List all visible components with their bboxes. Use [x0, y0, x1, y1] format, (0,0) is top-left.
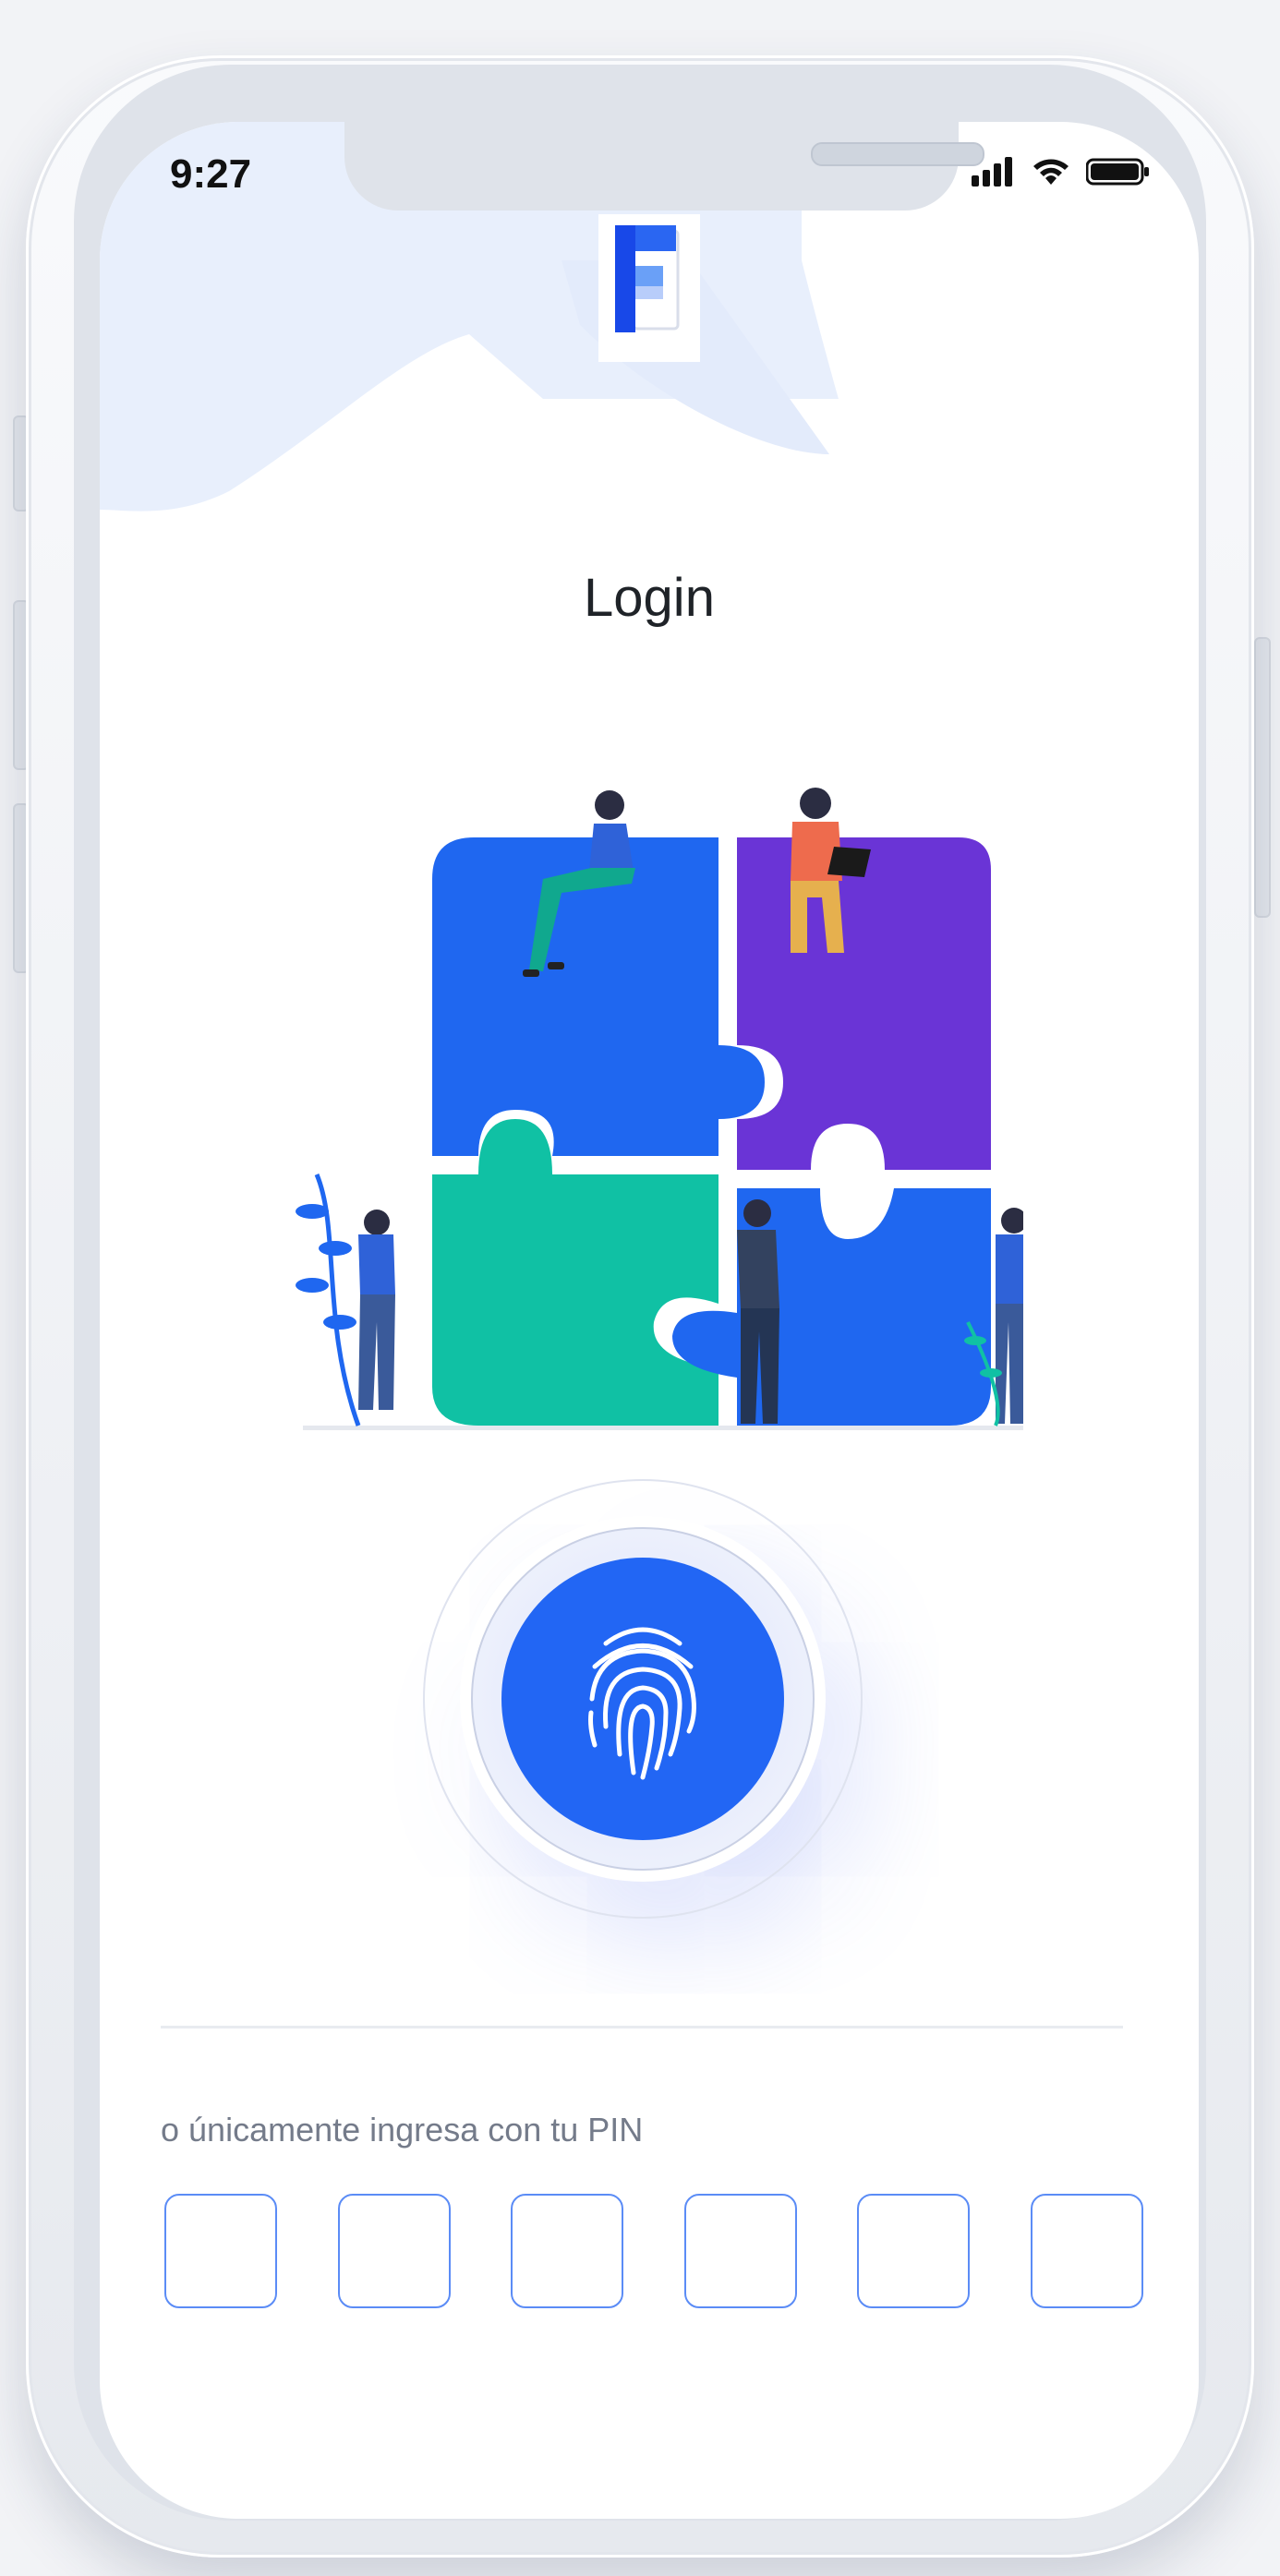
divider [161, 2026, 1123, 2028]
pin-prompt-label: o únicamente ingresa con tu PIN [161, 2111, 644, 2149]
pin-digit-2[interactable] [337, 2194, 451, 2308]
wifi-icon [1033, 159, 1069, 185]
page-title: Login [584, 568, 715, 628]
fingerprint-login-button[interactable] [501, 1558, 784, 1840]
notch [344, 122, 984, 211]
pin-input-row [164, 2194, 1143, 2308]
status-icons [972, 157, 1151, 187]
fingerprint-icon [588, 1627, 696, 1780]
fingerprint-area [423, 1479, 863, 1919]
puzzle-team-illustration [296, 788, 1023, 1430]
app-logo-icon [598, 214, 700, 362]
speaker-grille [811, 142, 984, 166]
phone-screen: 9:27 Login o únicamente ingresa con tu P… [100, 122, 1199, 2519]
status-time: 9:27 [170, 151, 252, 197]
pin-digit-3[interactable] [511, 2194, 624, 2308]
battery-icon [1086, 158, 1149, 186]
pin-digit-5[interactable] [857, 2194, 971, 2308]
pin-digit-6[interactable] [1030, 2194, 1143, 2308]
signal-icon [972, 157, 1012, 187]
pin-digit-4[interactable] [683, 2194, 797, 2308]
side-button-power [1254, 637, 1271, 918]
pin-digit-1[interactable] [164, 2194, 277, 2308]
